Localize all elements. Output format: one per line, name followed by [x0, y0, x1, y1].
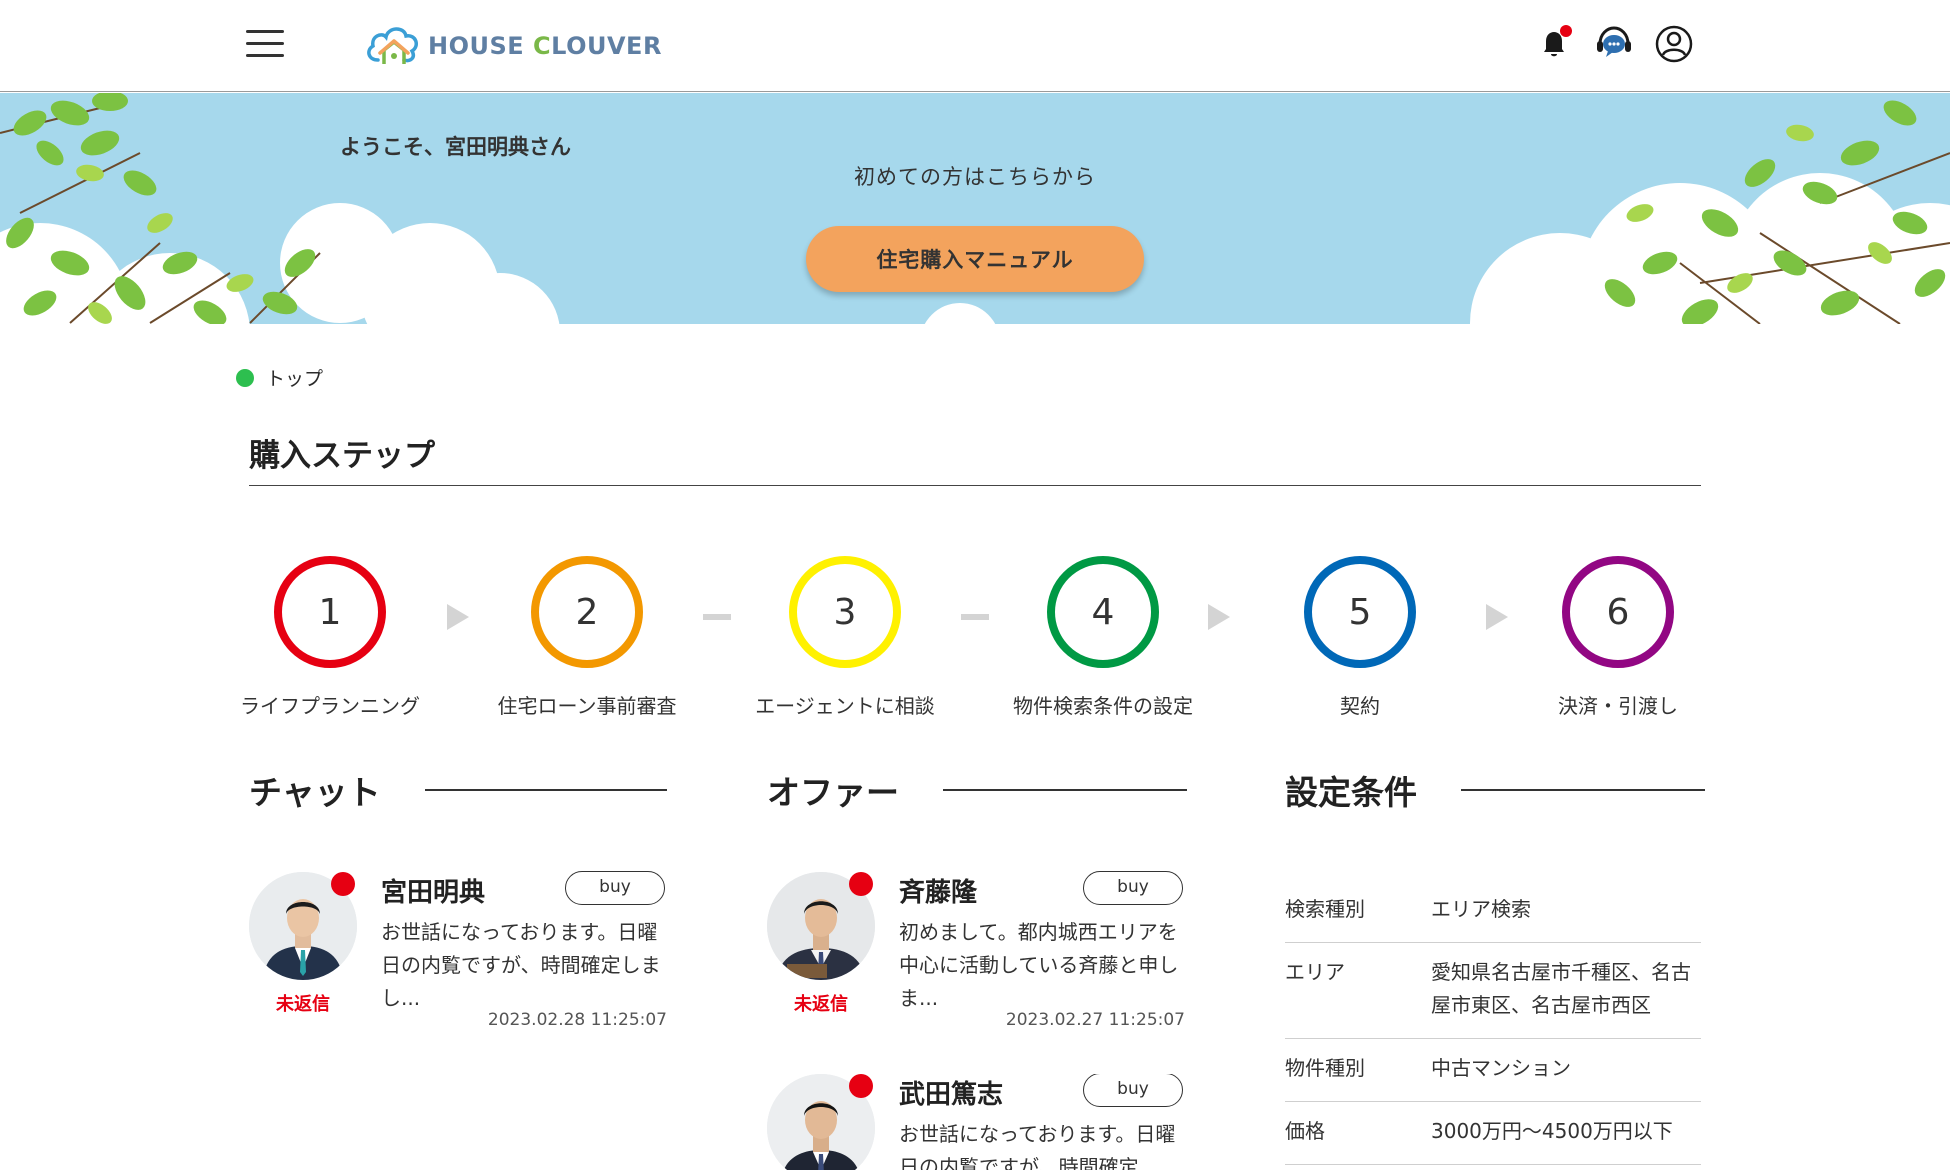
offer-section-title: オファー — [767, 766, 1187, 814]
chat-card[interactable]: 未返信 宮田明典 buy お世話になっております。日曜日の内覧ですが、時間確定し… — [249, 871, 667, 1062]
sender-name[interactable]: 宮田明典 — [381, 872, 485, 909]
top-header: HOUSE CLOUVER — [0, 0, 1950, 92]
purchase-manual-button[interactable]: 住宅購入マニュアル — [806, 226, 1144, 292]
step-1-circle[interactable]: 1 — [274, 556, 386, 668]
buy-badge: buy — [1083, 871, 1183, 905]
step-3-circle[interactable]: 3 — [789, 556, 901, 668]
breadcrumb-current[interactable]: トップ — [266, 364, 323, 391]
unread-dot — [849, 872, 873, 896]
condition-value: エリア検索 — [1431, 897, 1531, 921]
step-2[interactable]: 2 住宅ローン事前審査 — [467, 556, 707, 719]
step-5-circle[interactable]: 5 — [1304, 556, 1416, 668]
purchase-steps-title: 購入ステップ — [249, 430, 1701, 486]
step-1[interactable]: 1 ライフプランニング — [210, 556, 450, 719]
house-cloud-logo-icon — [367, 27, 418, 64]
unreplied-label: 未返信 — [276, 994, 330, 1015]
message-date: 2023.02.27 11:25:07 — [1005, 1010, 1185, 1030]
condition-value: 中古マンション — [1431, 1056, 1571, 1080]
chat-section-title: チャット — [249, 766, 667, 814]
avatar-wrap: 未返信 — [767, 872, 877, 1016]
breadcrumb-dot-icon — [236, 368, 254, 387]
condition-key: 価格 — [1285, 1119, 1325, 1143]
message-preview[interactable]: お世話になっております。日曜日の内覧ですが、時間確定しまし... — [381, 916, 671, 1015]
condition-key: エリア — [1285, 960, 1345, 984]
logo-text: HOUSE CLOUVER — [428, 32, 662, 60]
avatar-wrap — [767, 1074, 877, 1170]
conditions-table: 検索種別 エリア検索 エリア 愛知県名古屋市千種区、名古屋市東区、名古屋市西区 … — [1285, 880, 1701, 1165]
condition-row: 価格 3000万円〜4500万円以下 — [1285, 1102, 1701, 1165]
message-preview[interactable]: お世話になっております。日曜日の内覧ですが、時間確定 — [899, 1118, 1185, 1170]
step-5-label: 契約 — [1340, 694, 1380, 718]
buy-badge: buy — [565, 871, 665, 905]
condition-key: 検索種別 — [1285, 897, 1365, 921]
divider — [1461, 789, 1705, 791]
step-4-label: 物件検索条件の設定 — [1013, 694, 1193, 718]
purchase-steps: 1 ライフプランニング 2 住宅ローン事前審査 3 エージェントに相談 4 物件… — [0, 556, 1950, 726]
step-6-label: 決済・引渡し — [1558, 694, 1678, 718]
hamburger-menu-icon[interactable] — [246, 30, 284, 58]
condition-value: 3000万円〜4500万円以下 — [1431, 1119, 1673, 1143]
unread-dot — [849, 1074, 873, 1098]
step-3[interactable]: 3 エージェントに相談 — [725, 556, 965, 719]
condition-row: エリア 愛知県名古屋市千種区、名古屋市東区、名古屋市西区 — [1285, 943, 1701, 1039]
step-5[interactable]: 5 契約 — [1240, 556, 1480, 719]
step-arrow-icon — [1208, 604, 1230, 630]
condition-row: 物件種別 中古マンション — [1285, 1039, 1701, 1102]
unread-dot — [331, 872, 355, 896]
sender-name[interactable]: 武田篤志 — [899, 1074, 1003, 1111]
bell-icon[interactable] — [1532, 22, 1576, 66]
step-2-circle[interactable]: 2 — [531, 556, 643, 668]
breadcrumb: トップ — [236, 364, 323, 391]
account-icon[interactable] — [1652, 22, 1696, 66]
chat-support-icon[interactable] — [1592, 22, 1636, 66]
chat-title: チャット — [249, 773, 381, 812]
buy-badge: buy — [1083, 1074, 1183, 1107]
step-3-label: エージェントに相談 — [755, 694, 935, 718]
welcome-message: ようこそ、宮田明典さん — [340, 135, 571, 159]
step-arrow-icon — [447, 604, 469, 630]
logo[interactable]: HOUSE CLOUVER — [364, 20, 662, 72]
notification-dot — [1560, 25, 1572, 37]
divider — [943, 789, 1187, 791]
step-1-label: ライフプランニング — [240, 694, 420, 718]
offer-card[interactable]: 未返信 斉藤隆 buy 初めまして。都内城西エリアを中心に活動している斉藤と申し… — [767, 871, 1185, 1062]
divider — [424, 789, 667, 791]
conditions-section-title: 設定条件 — [1285, 766, 1705, 814]
step-6[interactable]: 6 決済・引渡し — [1498, 556, 1738, 719]
step-4-circle[interactable]: 4 — [1047, 556, 1159, 668]
condition-key: 物件種別 — [1285, 1056, 1365, 1080]
header-actions — [1516, 22, 1696, 66]
step-2-label: 住宅ローン事前審査 — [497, 694, 677, 718]
message-preview[interactable]: 初めまして。都内城西エリアを中心に活動している斉藤と申しま... — [899, 916, 1189, 1015]
condition-value: 愛知県名古屋市千種区、名古屋市東区、名古屋市西区 — [1431, 960, 1691, 1017]
welcome-banner: ようこそ、宮田明典さん 初めての方はこちらから 住宅購入マニュアル — [0, 93, 1950, 324]
condition-row: 検索種別 エリア検索 — [1285, 880, 1701, 943]
first-time-caption: 初めての方はこちらから — [854, 165, 1096, 189]
message-date: 2023.02.28 11:25:07 — [487, 1010, 667, 1030]
offer-card[interactable]: 武田篤志 buy お世話になっております。日曜日の内覧ですが、時間確定 — [767, 1074, 1185, 1170]
unreplied-label: 未返信 — [794, 994, 848, 1015]
conditions-title: 設定条件 — [1285, 773, 1417, 812]
offer-title: オファー — [767, 773, 899, 812]
sender-name[interactable]: 斉藤隆 — [899, 872, 977, 909]
step-6-circle[interactable]: 6 — [1562, 556, 1674, 668]
avatar-wrap: 未返信 — [249, 872, 359, 1016]
step-4[interactable]: 4 物件検索条件の設定 — [983, 556, 1223, 719]
